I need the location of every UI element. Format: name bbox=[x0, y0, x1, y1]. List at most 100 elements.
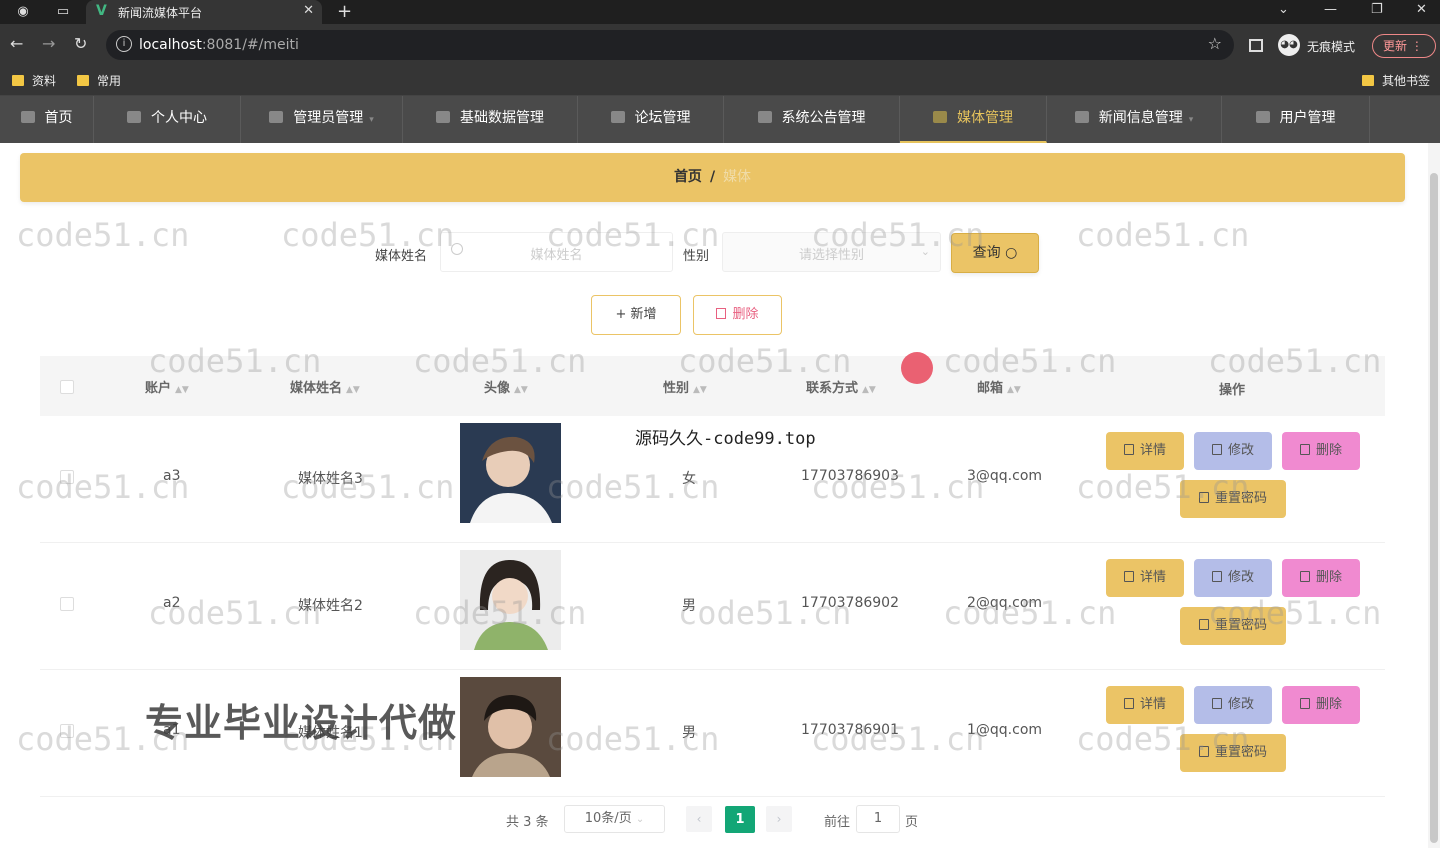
row-checkbox[interactable] bbox=[60, 597, 74, 611]
goto-page-input[interactable]: 1 bbox=[856, 805, 900, 833]
tab-search-icon[interactable]: ⌄ bbox=[1278, 2, 1289, 17]
window-icon[interactable]: ▭ bbox=[54, 3, 72, 21]
cursor-highlight bbox=[901, 352, 933, 384]
nav-item-media[interactable]: 媒体管理 bbox=[900, 96, 1047, 143]
trash-icon bbox=[716, 308, 727, 319]
watermark: code51.cn bbox=[16, 216, 190, 254]
document-icon bbox=[1198, 492, 1209, 503]
search-icon: ○ bbox=[1005, 245, 1018, 261]
next-page-button[interactable]: › bbox=[766, 806, 792, 832]
other-bookmarks[interactable]: 其他书签 bbox=[1362, 72, 1430, 89]
goto-label: 前往 bbox=[824, 815, 851, 830]
incognito-label: 无痕模式 bbox=[1307, 40, 1356, 54]
edit-button[interactable]: 修改 bbox=[1194, 686, 1272, 724]
reset-password-button[interactable]: 重置密码 bbox=[1180, 607, 1286, 645]
trash-icon bbox=[1299, 571, 1310, 582]
column-email[interactable]: 邮箱 ▲▼ bbox=[977, 377, 1021, 396]
add-button[interactable]: + 新增 bbox=[591, 295, 681, 335]
reset-password-button[interactable]: 重置密码 bbox=[1180, 734, 1286, 772]
chevron-down-icon: ⌄ bbox=[635, 814, 645, 825]
nav-item-users[interactable]: 用户管理 bbox=[1222, 96, 1370, 143]
site-info-icon[interactable]: i bbox=[116, 36, 132, 52]
avatar bbox=[460, 550, 561, 650]
incognito-icon: ◕◕ bbox=[1278, 34, 1300, 56]
page-scrollbar[interactable] bbox=[1428, 143, 1440, 848]
nav-item-forum[interactable]: 论坛管理 bbox=[578, 96, 724, 143]
edit-button[interactable]: 修改 bbox=[1194, 432, 1272, 470]
table-header: 账户 ▲▼ 媒体姓名 ▲▼ 头像 ▲▼ 性别 ▲▼ 联系方式 ▲▼ 邮箱 ▲▼ 操作 bbox=[40, 356, 1385, 416]
column-phone[interactable]: 联系方式 ▲▼ bbox=[806, 377, 876, 396]
close-window-icon[interactable]: ✕ bbox=[1416, 2, 1427, 17]
query-button[interactable]: 查询 ○ bbox=[951, 233, 1039, 273]
cell-gender: 女 bbox=[682, 471, 696, 487]
nav-item-profile[interactable]: 个人中心 bbox=[94, 96, 241, 143]
column-gender[interactable]: 性别 ▲▼ bbox=[663, 377, 707, 396]
page-number-current[interactable]: 1 bbox=[725, 806, 755, 833]
source-overlay-text: 源码久久-code99.top bbox=[635, 429, 816, 449]
breadcrumb-home[interactable]: 首页 bbox=[674, 169, 702, 185]
bookmark-star-icon[interactable]: ☆ bbox=[1208, 34, 1222, 53]
delete-button[interactable]: 删除 bbox=[1282, 559, 1360, 597]
bookmark-folder[interactable]: 资料 bbox=[12, 72, 56, 89]
row-checkbox[interactable] bbox=[60, 724, 74, 738]
column-name[interactable]: 媒体姓名 ▲▼ bbox=[290, 377, 360, 396]
address-bar[interactable]: i localhost:8081/#/meiti ☆ bbox=[106, 30, 1234, 60]
name-search-input[interactable]: 媒体姓名 bbox=[440, 232, 673, 272]
reload-icon[interactable]: ↻ bbox=[74, 35, 87, 53]
scrollbar-thumb[interactable] bbox=[1430, 173, 1438, 843]
document-icon bbox=[1123, 444, 1134, 455]
batch-delete-button[interactable]: 删除 bbox=[693, 295, 782, 335]
table-row: a2 媒体姓名2 男 17703786902 2@qq.com 详情 修改 删除… bbox=[40, 543, 1385, 670]
avatar bbox=[460, 423, 561, 523]
cell-name: 媒体姓名2 bbox=[298, 598, 363, 614]
globe-icon[interactable]: ◉ bbox=[14, 3, 32, 21]
gender-select[interactable]: 请选择性别 ⌄ bbox=[722, 232, 941, 272]
edit-button[interactable]: 修改 bbox=[1194, 559, 1272, 597]
row-checkbox[interactable] bbox=[60, 470, 74, 484]
detail-button[interactable]: 详情 bbox=[1106, 432, 1184, 470]
detail-button[interactable]: 详情 bbox=[1106, 686, 1184, 724]
media-icon bbox=[933, 111, 947, 123]
prev-page-button[interactable]: ‹ bbox=[686, 806, 712, 832]
pencil-icon bbox=[1211, 698, 1222, 709]
delete-button[interactable]: 删除 bbox=[1282, 432, 1360, 470]
document-icon bbox=[1198, 619, 1209, 630]
update-button[interactable]: 更新 ⋮ bbox=[1372, 34, 1436, 58]
cell-name: 媒体姓名3 bbox=[298, 471, 363, 487]
cell-phone: 17703786902 bbox=[801, 595, 899, 611]
minimize-icon[interactable]: — bbox=[1324, 2, 1337, 17]
pagination-total: 共 3 条 bbox=[506, 815, 549, 830]
nav-item-news[interactable]: 新闻信息管理 ▾ bbox=[1047, 96, 1222, 143]
ad-overlay-text: 专业毕业设计代做 bbox=[145, 701, 458, 745]
folder-icon bbox=[12, 75, 24, 86]
restore-icon[interactable]: ❐ bbox=[1371, 2, 1383, 17]
nav-item-home[interactable]: 首页 bbox=[0, 96, 94, 143]
bookmark-folder[interactable]: 常用 bbox=[77, 72, 121, 89]
column-avatar[interactable]: 头像 ▲▼ bbox=[484, 377, 528, 396]
nav-item-basic-data[interactable]: 基础数据管理 bbox=[403, 96, 578, 143]
name-label: 媒体姓名 bbox=[375, 249, 428, 264]
delete-button[interactable]: 删除 bbox=[1282, 686, 1360, 724]
nav-item-notice[interactable]: 系统公告管理 bbox=[724, 96, 900, 143]
vue-favicon-icon: V bbox=[96, 3, 107, 19]
select-all-checkbox[interactable] bbox=[60, 380, 74, 394]
side-panel-icon[interactable] bbox=[1249, 39, 1263, 52]
page-size-select[interactable]: 10条/页 ⌄ bbox=[564, 805, 665, 833]
cell-email: 2@qq.com bbox=[967, 595, 1043, 611]
pencil-icon bbox=[1211, 571, 1222, 582]
close-tab-icon[interactable]: ✕ bbox=[303, 3, 314, 18]
detail-button[interactable]: 详情 bbox=[1106, 559, 1184, 597]
cell-gender: 男 bbox=[682, 598, 696, 614]
new-tab-icon[interactable]: + bbox=[337, 1, 352, 22]
breadcrumb: 首页 / 媒体 bbox=[20, 153, 1405, 202]
cell-account: a2 bbox=[163, 595, 181, 611]
back-icon[interactable]: ← bbox=[10, 35, 23, 53]
forward-icon[interactable]: → bbox=[42, 35, 55, 53]
column-actions: 操作 bbox=[1219, 383, 1246, 398]
column-account[interactable]: 账户 ▲▼ bbox=[145, 377, 189, 396]
user-icon bbox=[127, 111, 141, 123]
nav-item-admin[interactable]: 管理员管理 ▾ bbox=[241, 96, 403, 143]
top-nav-menu: 首页 个人中心 管理员管理 ▾ 基础数据管理 论坛管理 系统公告管理 媒体管理 新… bbox=[0, 96, 1440, 143]
reset-password-button[interactable]: 重置密码 bbox=[1180, 480, 1286, 518]
browser-tab[interactable]: V 新闻流媒体平台 ✕ bbox=[86, 0, 322, 24]
